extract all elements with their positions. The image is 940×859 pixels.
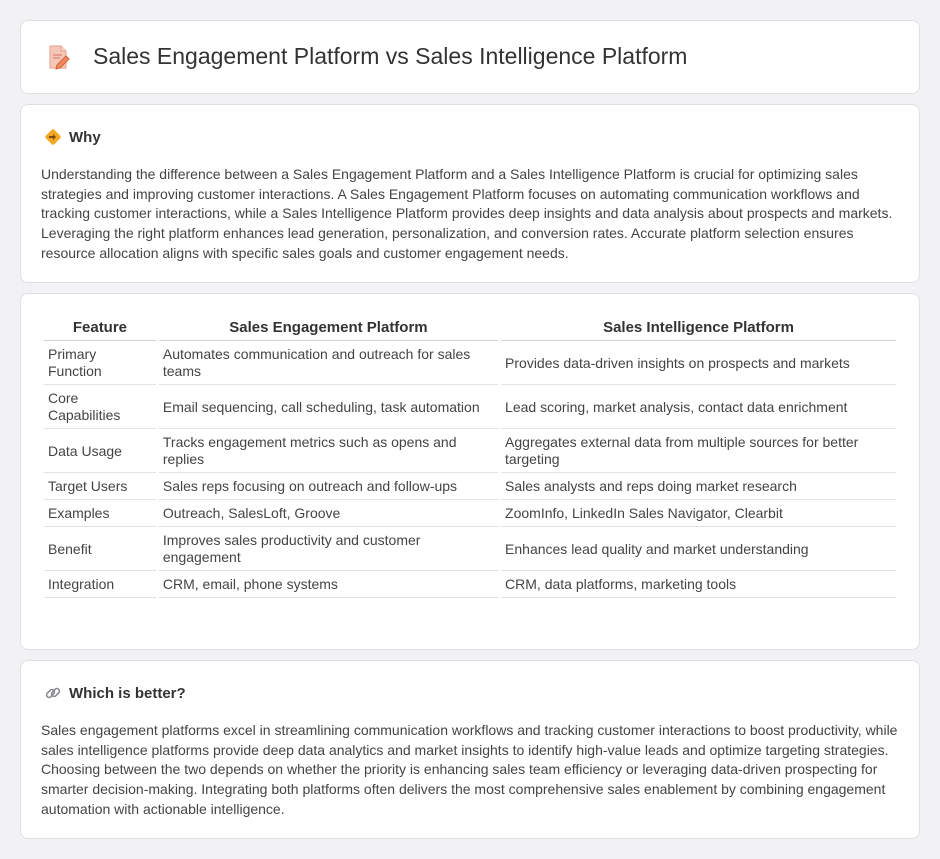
engagement-cell: CRM, email, phone systems	[158, 572, 499, 598]
table-row: Examples Outreach, SalesLoft, Groove Zoo…	[44, 501, 896, 527]
page-title: Sales Engagement Platform vs Sales Intel…	[93, 43, 688, 69]
feature-cell: Primary Function	[44, 342, 156, 385]
column-header-engagement: Sales Engagement Platform	[158, 317, 499, 341]
feature-cell: Core Capabilities	[44, 386, 156, 429]
document-pencil-icon	[47, 44, 71, 70]
intelligence-cell: Lead scoring, market analysis, contact d…	[501, 386, 896, 429]
why-paragraph: Understanding the difference between a S…	[41, 166, 893, 261]
feature-cell: Target Users	[44, 474, 156, 500]
link-icon	[43, 683, 63, 703]
engagement-cell: Improves sales productivity and customer…	[158, 528, 499, 571]
table-header-row: Feature Sales Engagement Platform Sales …	[44, 317, 896, 341]
better-paragraph: Sales engagement platforms excel in stre…	[41, 722, 898, 817]
intelligence-cell: Sales analysts and reps doing market res…	[501, 474, 896, 500]
column-header-feature: Feature	[44, 317, 156, 341]
why-section: Why Understanding the difference between…	[20, 104, 920, 283]
table-row: Data Usage Tracks engagement metrics suc…	[44, 430, 896, 473]
table-row: Benefit Improves sales productivity and …	[44, 528, 896, 571]
diamond-arrow-icon	[43, 127, 63, 147]
comparison-section: Feature Sales Engagement Platform Sales …	[20, 293, 920, 650]
engagement-cell: Automates communication and outreach for…	[158, 342, 499, 385]
intelligence-cell: Provides data-driven insights on prospec…	[501, 342, 896, 385]
section-title-why: Why	[69, 128, 101, 146]
section-title-better: Which is better?	[69, 684, 186, 702]
table-row: Core Capabilities Email sequencing, call…	[44, 386, 896, 429]
intelligence-cell: ZoomInfo, LinkedIn Sales Navigator, Clea…	[501, 501, 896, 527]
table-row: Primary Function Automates communication…	[44, 342, 896, 385]
engagement-cell: Tracks engagement metrics such as opens …	[158, 430, 499, 473]
engagement-cell: Sales reps focusing on outreach and foll…	[158, 474, 499, 500]
feature-cell: Integration	[44, 572, 156, 598]
which-is-better-section: Which is better? Sales engagement platfo…	[20, 660, 920, 839]
table-row: Target Users Sales reps focusing on outr…	[44, 474, 896, 500]
engagement-cell: Email sequencing, call scheduling, task …	[158, 386, 499, 429]
intelligence-cell: Aggregates external data from multiple s…	[501, 430, 896, 473]
feature-cell: Data Usage	[44, 430, 156, 473]
table-row: Integration CRM, email, phone systems CR…	[44, 572, 896, 598]
comparison-table: Feature Sales Engagement Platform Sales …	[41, 316, 899, 599]
intelligence-cell: CRM, data platforms, marketing tools	[501, 572, 896, 598]
feature-cell: Examples	[44, 501, 156, 527]
title-card: Sales Engagement Platform vs Sales Intel…	[20, 20, 920, 94]
engagement-cell: Outreach, SalesLoft, Groove	[158, 501, 499, 527]
column-header-intelligence: Sales Intelligence Platform	[501, 317, 896, 341]
feature-cell: Benefit	[44, 528, 156, 571]
intelligence-cell: Enhances lead quality and market underst…	[501, 528, 896, 571]
